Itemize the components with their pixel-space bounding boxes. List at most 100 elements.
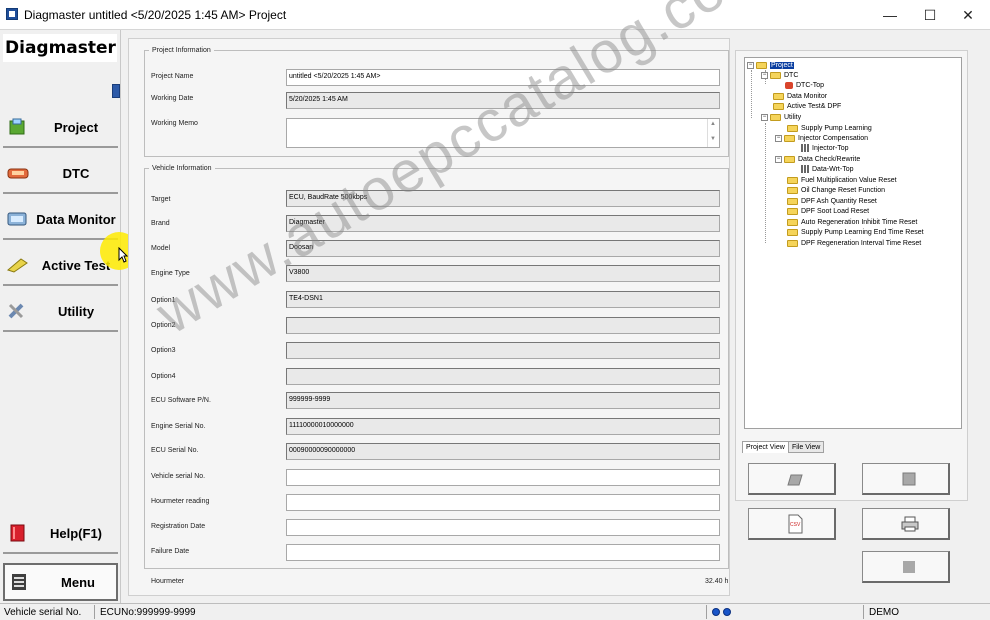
collapse-icon[interactable]: − — [775, 134, 782, 142]
app-logo: Diagmaster — [3, 34, 117, 62]
folder-icon — [787, 176, 798, 184]
tree-node-label: Auto Regeneration Inhibit Time Reset — [801, 219, 918, 226]
folder-icon — [787, 124, 798, 132]
collapse-icon[interactable]: − — [761, 71, 768, 79]
tree-node-dpf-regeneration-interval-reset[interactable]: DPF Regeneration Interval Time Reset — [787, 239, 921, 248]
option1-field: TE4-DSN1 — [286, 291, 720, 308]
open-project-button[interactable] — [748, 463, 836, 495]
ecu-serial-field: 00090000090000000 — [286, 443, 720, 460]
sidebar-item-utility[interactable]: Utility — [3, 292, 118, 332]
scroll-down-icon[interactable]: ▼ — [710, 136, 716, 142]
blank-button[interactable] — [862, 551, 950, 583]
tree-node-oil-change-reset[interactable]: Oil Change Reset Function — [787, 186, 885, 195]
tab-project-view[interactable]: Project View — [742, 441, 789, 453]
working-memo-label: Working Memo — [151, 120, 198, 127]
tree-node-data-wrt-top[interactable]: Data-Wrt-Top — [801, 165, 854, 174]
project-tree[interactable]: − Project − DTC DTC-Top Data Monitor Activ… — [744, 57, 962, 429]
sidebar-item-dtc[interactable]: DTC — [3, 154, 118, 194]
tree-node-project[interactable]: − Project — [747, 61, 794, 70]
hourmeter-value: 32.40 h — [705, 578, 729, 585]
collapse-icon[interactable]: − — [775, 155, 782, 163]
brand-label: Brand — [151, 220, 170, 227]
memo-scrollbar[interactable]: ▲ ▼ — [707, 119, 719, 147]
tree-node-label: Oil Change Reset Function — [801, 187, 886, 194]
collapse-icon[interactable]: − — [747, 61, 754, 69]
printer-icon — [901, 516, 919, 532]
option3-field — [286, 342, 720, 359]
collapse-icon[interactable]: − — [761, 113, 768, 121]
tree-node-dpf-soot-reset[interactable]: DPF Soot Load Reset — [787, 207, 869, 216]
tree-node-label: Project — [770, 62, 794, 69]
print-button[interactable] — [862, 508, 950, 540]
export-csv-button[interactable]: CSV — [748, 508, 836, 540]
tree-node-injector-compensation[interactable]: − Injector Compensation — [775, 134, 868, 143]
tree-node-active-test-dpf[interactable]: Active Test& DPF — [773, 102, 841, 111]
tree-guide-line — [765, 123, 766, 243]
sidebar-item-data-monitor[interactable]: Data Monitor — [3, 200, 118, 240]
folder-icon — [787, 218, 798, 226]
tree-node-fuel-multiplication-reset[interactable]: Fuel Multiplication Value Reset — [787, 176, 897, 185]
option4-field — [286, 368, 720, 385]
engine-type-field: V3800 — [286, 265, 720, 282]
registration-date-field[interactable] — [286, 519, 720, 536]
vehicle-information-legend: Vehicle Information — [152, 165, 212, 172]
tree-node-label: Injector Compensation — [798, 135, 869, 142]
sidebar-item-label: DTC — [62, 166, 90, 181]
folder-icon — [773, 102, 784, 110]
tree-node-dtc-top[interactable]: DTC-Top — [785, 81, 824, 90]
tree-node-label: DPF Regeneration Interval Time Reset — [801, 240, 922, 247]
folder-icon — [787, 228, 798, 236]
status-divider — [94, 605, 95, 619]
project-icon — [9, 118, 25, 135]
close-button[interactable]: ✕ — [948, 0, 988, 30]
tree-node-label: Fuel Multiplication Value Reset — [801, 177, 897, 184]
folder-icon — [784, 134, 795, 142]
tree-node-data-monitor[interactable]: Data Monitor — [773, 92, 827, 101]
tree-node-dpf-ash-reset[interactable]: DPF Ash Quantity Reset — [787, 197, 877, 206]
failure-date-field[interactable] — [286, 544, 720, 561]
scroll-up-icon[interactable]: ▲ — [710, 121, 716, 127]
maximize-button[interactable]: ☐ — [910, 0, 950, 30]
folder-icon — [787, 207, 798, 215]
sidebar-collapse-tab[interactable] — [112, 84, 120, 98]
help-book-icon — [10, 524, 25, 542]
status-divider — [706, 605, 707, 619]
tree-node-injector-top[interactable]: Injector-Top — [801, 144, 849, 153]
menu-button[interactable]: Menu — [3, 563, 118, 601]
sidebar-item-project[interactable]: Project — [3, 108, 118, 148]
tree-node-data-check-rewrite[interactable]: − Data Check/Rewrite — [775, 155, 860, 164]
tree-node-dtc[interactable]: − DTC — [761, 71, 798, 80]
tree-node-label: DTC-Top — [796, 82, 825, 89]
tree-node-label: Injector-Top — [812, 145, 849, 152]
hourmeter-reading-field[interactable] — [286, 494, 720, 511]
project-tree-panel: − Project − DTC DTC-Top Data Monitor Activ… — [735, 50, 968, 501]
sidebar-item-help[interactable]: Help(F1) — [3, 514, 118, 554]
tree-node-label: Data-Wrt-Top — [812, 166, 854, 173]
vehicle-serial-field[interactable] — [286, 469, 720, 486]
sidebar-item-label: Data Monitor — [36, 212, 116, 227]
tree-node-label: DPF Soot Load Reset — [801, 208, 870, 215]
dtc-item-icon — [785, 81, 793, 89]
minimize-button[interactable]: — — [870, 0, 910, 30]
working-date-label: Working Date — [151, 95, 194, 102]
engine-serial-field: 11110000010000000 — [286, 418, 720, 435]
gauge-item-icon — [801, 144, 809, 153]
option4-label: Option4 — [151, 373, 176, 380]
target-label: Target — [151, 196, 171, 203]
tree-node-auto-regeneration-reset[interactable]: Auto Regeneration Inhibit Time Reset — [787, 218, 917, 227]
tree-node-supply-pump-learning[interactable]: Supply Pump Learning — [787, 124, 872, 133]
folder-icon — [787, 239, 798, 247]
status-bar: Vehicle serial No. ECUNo:999999-9999 DEM… — [0, 603, 990, 620]
tree-node-supply-pump-end-time-reset[interactable]: Supply Pump Learning End Time Reset — [787, 228, 924, 237]
status-vehicle-serial: Vehicle serial No. — [4, 607, 82, 618]
tree-node-label: Supply Pump Learning — [801, 125, 872, 132]
registration-date-label: Registration Date — [151, 523, 206, 530]
tab-file-view[interactable]: File View — [788, 441, 825, 453]
window-title: Diagmaster untitled <5/20/2025 1:45 AM> … — [24, 8, 287, 22]
save-project-button[interactable] — [862, 463, 950, 495]
folder-icon — [787, 186, 798, 194]
tree-node-utility[interactable]: − Utility — [761, 113, 801, 122]
model-label: Model — [151, 245, 171, 252]
tree-guide-line — [751, 70, 752, 118]
active-test-icon — [7, 258, 28, 273]
